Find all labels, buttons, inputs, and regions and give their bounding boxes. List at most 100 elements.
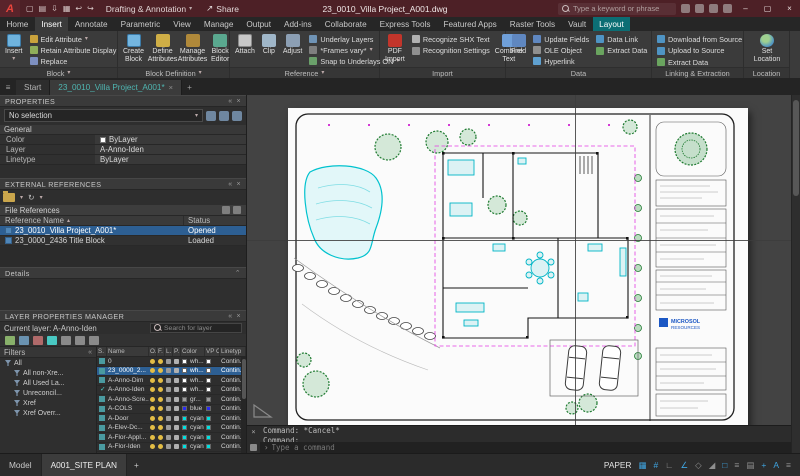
chevron-down-icon[interactable]: ▾ bbox=[40, 195, 43, 201]
layout-paper[interactable]: MICROSOL RESOURCES bbox=[288, 108, 748, 428]
layer-grid-scrollbar[interactable] bbox=[241, 357, 246, 453]
panel-label-block[interactable]: Block▾ bbox=[0, 67, 117, 78]
xref-palette-header[interactable]: EXTERNAL REFERENCES «× bbox=[0, 178, 246, 190]
insert-block-button[interactable]: Insert ▾ bbox=[3, 33, 25, 66]
filter-all[interactable]: All bbox=[0, 358, 96, 368]
layer-freeze-icon[interactable] bbox=[158, 397, 163, 402]
panel-label-reference[interactable]: Reference▾ bbox=[230, 67, 379, 78]
layer-manager-header[interactable]: LAYER PROPERTIES MANAGER «× bbox=[0, 310, 246, 322]
layer-row[interactable]: A-COLSblueContin... bbox=[97, 405, 246, 415]
tab-insert[interactable]: Insert bbox=[35, 17, 68, 31]
layer-plot-icon[interactable] bbox=[174, 416, 179, 421]
filters-header[interactable]: Filters « bbox=[0, 347, 96, 358]
quick-select-icon[interactable] bbox=[232, 111, 242, 121]
layer-row[interactable]: A-Elev-Dc...cyanContin... bbox=[97, 424, 246, 434]
object-snap-icon[interactable]: □ bbox=[722, 461, 727, 470]
layer-settings-icon[interactable] bbox=[89, 336, 99, 345]
model-tab[interactable]: Model bbox=[0, 454, 41, 476]
delete-layer-icon[interactable] bbox=[33, 336, 43, 345]
column-status[interactable]: Status bbox=[184, 216, 246, 225]
panel-label-import[interactable]: Import bbox=[380, 67, 505, 78]
layer-row[interactable]: A-Flor-IdencyanContin... bbox=[97, 443, 246, 453]
panel-label-data[interactable]: Data bbox=[506, 67, 651, 78]
filter-all-used[interactable]: All Used La... bbox=[0, 378, 96, 388]
tab-output[interactable]: Output bbox=[240, 17, 278, 31]
layer-states-icon[interactable] bbox=[61, 336, 71, 345]
layer-plot-icon[interactable] bbox=[174, 435, 179, 440]
tab-manage[interactable]: Manage bbox=[197, 17, 240, 31]
properties-palette-header[interactable]: PROPERTIES «× bbox=[0, 95, 246, 107]
set-current-icon[interactable] bbox=[47, 336, 57, 345]
close-icon[interactable]: × bbox=[237, 98, 242, 105]
command-window[interactable]: × Command: *Cancel* Command: › bbox=[247, 425, 791, 453]
customize-icon[interactable]: ≡ bbox=[786, 461, 791, 470]
notifications-icon[interactable] bbox=[709, 4, 718, 13]
autohide-icon[interactable]: « bbox=[228, 313, 232, 320]
refresh-icon[interactable]: ↻ bbox=[28, 193, 35, 202]
create-block-button[interactable]: Create Block bbox=[121, 33, 146, 66]
undo-icon[interactable]: ↩ bbox=[75, 5, 82, 13]
manage-attributes-button[interactable]: Manage Attributes bbox=[179, 33, 206, 66]
recognize-shx-text-button[interactable]: Recognize SHX Text bbox=[410, 34, 492, 45]
help-icon[interactable] bbox=[723, 4, 732, 13]
layer-row-current[interactable]: ✓A-Anno-Idenwh...Contin... bbox=[97, 386, 246, 396]
select-objects-icon[interactable] bbox=[219, 111, 229, 121]
layer-on-icon[interactable] bbox=[150, 435, 155, 440]
adjust-button[interactable]: Adjust bbox=[281, 33, 304, 66]
layer-color-swatch[interactable] bbox=[182, 387, 187, 392]
layer-color-swatch[interactable] bbox=[182, 425, 187, 430]
tab-raster-tools[interactable]: Raster Tools bbox=[503, 17, 561, 31]
layer-color-swatch[interactable] bbox=[182, 416, 187, 421]
app-menu-button[interactable]: A bbox=[0, 0, 20, 17]
tab-home[interactable]: Home bbox=[0, 17, 35, 31]
layer-color-swatch[interactable] bbox=[182, 444, 187, 449]
autohide-icon[interactable]: « bbox=[228, 98, 232, 105]
ole-object-button[interactable]: OLE Object bbox=[531, 45, 591, 55]
upload-to-source-button[interactable]: Upload to Source bbox=[655, 46, 741, 57]
layer-plot-icon[interactable] bbox=[174, 368, 179, 373]
set-location-button[interactable]: Set Location bbox=[750, 33, 784, 66]
collapse-icon[interactable]: ⌃ bbox=[235, 269, 241, 277]
replace-block-button[interactable]: Replace bbox=[28, 56, 119, 66]
dynamic-input-icon[interactable]: + bbox=[761, 461, 766, 470]
tab-view[interactable]: View bbox=[167, 17, 198, 31]
snap-icon[interactable]: # bbox=[653, 461, 658, 470]
layer-on-icon[interactable] bbox=[150, 406, 155, 411]
layer-lock-icon[interactable] bbox=[166, 368, 171, 373]
new-drawing-button[interactable]: + bbox=[182, 80, 197, 95]
tab-collaborate[interactable]: Collaborate bbox=[318, 17, 373, 31]
filter-xref-overrides[interactable]: Xref Overr... bbox=[0, 408, 96, 418]
layer-color-swatch[interactable] bbox=[182, 397, 187, 402]
object-snap-tracking-icon[interactable]: ◢ bbox=[709, 461, 716, 470]
paper-model-toggle[interactable]: PAPER bbox=[604, 460, 632, 470]
plot-icon[interactable]: ▦ bbox=[63, 5, 71, 13]
layer-row[interactable]: A-Anno-Scre...gr...Contin... bbox=[97, 395, 246, 405]
layer-lock-icon[interactable] bbox=[166, 444, 171, 449]
filter-all-non-xref[interactable]: All non-Xre... bbox=[0, 368, 96, 378]
toggle-pickadd-icon[interactable] bbox=[206, 111, 216, 121]
edit-attribute-button[interactable]: Edit Attribute▾ bbox=[28, 34, 119, 44]
filter-unreconciled[interactable]: Unreconcil... bbox=[0, 388, 96, 398]
layer-plot-icon[interactable] bbox=[174, 359, 179, 364]
isodraft-icon[interactable]: ◇ bbox=[695, 461, 702, 470]
layer-lock-icon[interactable] bbox=[166, 378, 171, 383]
layer-row[interactable]: A-DoorcyanContin... bbox=[97, 414, 246, 424]
layer-lock-icon[interactable] bbox=[166, 387, 171, 392]
layer-color-swatch[interactable] bbox=[182, 378, 187, 383]
tab-featured-apps[interactable]: Featured Apps bbox=[437, 17, 503, 31]
layer-plot-icon[interactable] bbox=[174, 397, 179, 402]
list-view-icon[interactable] bbox=[222, 206, 230, 214]
recognition-settings-button[interactable]: Recognition Settings bbox=[410, 46, 492, 57]
layer-lock-icon[interactable] bbox=[166, 406, 171, 411]
layer-on-icon[interactable] bbox=[150, 425, 155, 430]
app-store-icon[interactable] bbox=[695, 4, 704, 13]
sign-in-icon[interactable] bbox=[681, 4, 690, 13]
xref-row[interactable]: 23_0000_2436 Title Block Loaded bbox=[0, 236, 246, 246]
new-file-icon[interactable]: ▢ bbox=[26, 5, 34, 13]
property-row-linetype[interactable]: Linetype ByLayer bbox=[0, 155, 246, 165]
chevron-down-icon[interactable]: ▾ bbox=[20, 195, 23, 201]
layer-freeze-icon[interactable] bbox=[158, 444, 163, 449]
layer-freeze-icon[interactable] bbox=[158, 387, 163, 392]
attach-reference-icon[interactable] bbox=[3, 193, 15, 202]
transparency-icon[interactable]: ▤ bbox=[746, 461, 754, 470]
